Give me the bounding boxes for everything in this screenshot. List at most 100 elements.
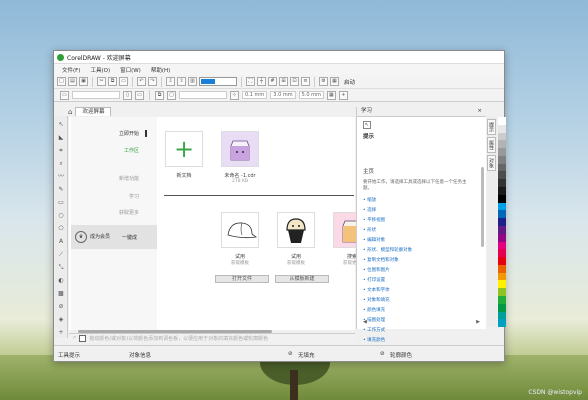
color-swatch[interactable] <box>498 179 506 188</box>
shadow-tool-icon[interactable]: ◐ <box>57 276 66 285</box>
options-gear-icon[interactable]: ⚙ <box>319 77 328 86</box>
units-select[interactable] <box>179 91 227 99</box>
nav-get-more[interactable]: 获取更多 <box>119 209 139 216</box>
open-icon[interactable]: ▤ <box>68 77 77 86</box>
color-swatch[interactable] <box>498 288 506 296</box>
color-swatch[interactable] <box>498 194 506 203</box>
add-icon[interactable]: + <box>338 90 348 100</box>
color-swatch[interactable] <box>498 295 506 304</box>
color-swatch[interactable] <box>498 225 506 234</box>
color-swatch[interactable] <box>498 117 506 125</box>
color-swatch[interactable] <box>498 210 506 219</box>
color-swatch[interactable] <box>498 272 506 281</box>
page-size-field[interactable] <box>72 91 120 99</box>
guidelines-icon[interactable]: ⊞ <box>279 77 288 86</box>
topic-link[interactable]: 颜色填充 <box>363 307 480 313</box>
topic-link[interactable]: 编辑对象 <box>363 237 480 243</box>
paste-icon[interactable]: ▭ <box>119 77 128 86</box>
side-tab-properties[interactable]: 属性 <box>487 137 496 153</box>
page-size-icon[interactable]: ▭ <box>60 90 69 100</box>
template-card-cap[interactable]: 试用 获取模板 <box>221 212 259 266</box>
color-swatch[interactable] <box>498 249 506 258</box>
topic-link[interactable]: 复制文档和对象 <box>363 257 480 263</box>
new-icon[interactable]: □ <box>57 77 66 86</box>
launch-label[interactable]: 启动 <box>344 78 355 86</box>
nav-learn[interactable]: 学习 <box>129 193 139 200</box>
export-icon[interactable]: ⇧ <box>177 77 186 86</box>
topic-link[interactable]: 文本和字体 <box>363 287 480 293</box>
membership-promo[interactable]: ♛ 成为会员 一键成 <box>71 225 157 249</box>
duplicate-y-field[interactable]: 5.0 mm <box>298 91 324 99</box>
zoom-level-select[interactable] <box>199 77 237 86</box>
open-file-button[interactable]: 打开文件 <box>215 275 269 283</box>
current-page-icon[interactable]: ▢ <box>167 90 176 100</box>
color-swatch[interactable] <box>498 132 506 141</box>
color-swatch[interactable] <box>498 202 506 211</box>
no-color-swatch[interactable] <box>79 334 87 342</box>
treat-as-filled-icon[interactable]: ▦ <box>326 90 336 100</box>
color-swatch[interactable] <box>498 233 506 242</box>
rulers-icon[interactable]: ┼ <box>257 77 266 86</box>
crop-tool-icon[interactable]: ⌗ <box>57 146 66 155</box>
polygon-tool-icon[interactable]: ⬠ <box>57 224 66 233</box>
side-tab-objects[interactable]: 对象 <box>487 155 496 171</box>
topic-link[interactable]: 填充颜色 <box>363 337 480 343</box>
color-swatch[interactable] <box>498 155 506 164</box>
new-document-card[interactable]: + 新文档 <box>165 131 203 179</box>
shape-tool-icon[interactable]: ◣ <box>57 133 66 142</box>
color-swatch[interactable] <box>498 257 506 265</box>
duplicate-x-field[interactable]: 3.0 mm <box>270 91 296 99</box>
color-swatch[interactable] <box>498 264 506 273</box>
topic-link[interactable]: 缩放 <box>363 197 480 203</box>
color-swatch[interactable] <box>498 280 506 289</box>
color-swatch[interactable] <box>498 319 506 328</box>
color-swatch[interactable] <box>498 124 506 133</box>
color-swatch[interactable] <box>498 311 506 320</box>
zoom-tool-icon[interactable]: ⌕ <box>57 159 66 168</box>
topic-link[interactable]: 平移视图 <box>363 217 480 223</box>
add-tool-icon[interactable]: + <box>57 328 66 337</box>
menu-window[interactable]: 窗口(W) <box>116 66 145 74</box>
all-pages-icon[interactable]: ⧉ <box>155 90 164 100</box>
nav-workspace[interactable]: 工作区 <box>124 147 139 154</box>
menu-file[interactable]: 文件(F) <box>58 66 84 74</box>
copy-icon[interactable]: ⧉ <box>108 77 117 86</box>
undo-icon[interactable]: ↶ <box>137 77 146 86</box>
interactive-fill-icon[interactable]: ◈ <box>57 315 66 324</box>
membership-link[interactable]: 一键成 <box>122 234 137 241</box>
freehand-tool-icon[interactable]: 〰 <box>57 172 66 181</box>
status-outline[interactable]: 轮廓颜色 <box>390 351 412 359</box>
cut-icon[interactable]: ✂ <box>97 77 106 86</box>
color-swatch[interactable] <box>498 241 506 250</box>
grid-icon[interactable]: # <box>268 77 277 86</box>
status-fill[interactable]: 无填充 <box>298 351 315 359</box>
new-from-template-button[interactable]: 从模板新建 <box>275 275 329 283</box>
snap-icon[interactable]: ⊡ <box>290 77 299 86</box>
docker-scrollbar[interactable] <box>481 167 484 247</box>
text-tool-icon[interactable]: A <box>57 237 66 246</box>
home-icon[interactable]: ⌂ <box>68 108 72 116</box>
nudge-icon[interactable]: ⊹ <box>230 90 239 100</box>
artistic-media-icon[interactable]: ✎ <box>57 185 66 194</box>
transparency-tool-icon[interactable]: ▩ <box>57 289 66 298</box>
topic-link[interactable]: 选择 <box>363 207 480 213</box>
docker-close-icon[interactable]: × <box>477 107 482 116</box>
color-swatch[interactable] <box>498 218 506 226</box>
redo-icon[interactable]: ↷ <box>148 77 157 86</box>
color-swatch[interactable] <box>498 187 506 195</box>
color-swatch[interactable] <box>498 303 506 312</box>
landscape-icon[interactable]: ▭ <box>135 90 144 100</box>
color-swatch[interactable] <box>498 171 506 180</box>
topic-link[interactable]: 形状 <box>363 227 480 233</box>
topic-link[interactable]: 打印设置 <box>363 277 480 283</box>
topic-link[interactable]: 形状、模型和轮廓对象 <box>363 247 480 253</box>
save-icon[interactable]: ▣ <box>79 77 88 86</box>
topic-link[interactable]: 对象和填充 <box>363 297 480 303</box>
application-launcher-icon[interactable]: ▦ <box>330 77 339 86</box>
color-swatch[interactable] <box>498 163 506 172</box>
align-icon[interactable]: ≡ <box>301 77 310 86</box>
back-arrow-icon[interactable]: ◀ <box>363 319 367 326</box>
color-swatch[interactable] <box>498 140 506 149</box>
nav-get-started[interactable]: 立即开始 <box>119 130 139 137</box>
nudge-distance-field[interactable]: 0.1 mm <box>242 91 268 99</box>
